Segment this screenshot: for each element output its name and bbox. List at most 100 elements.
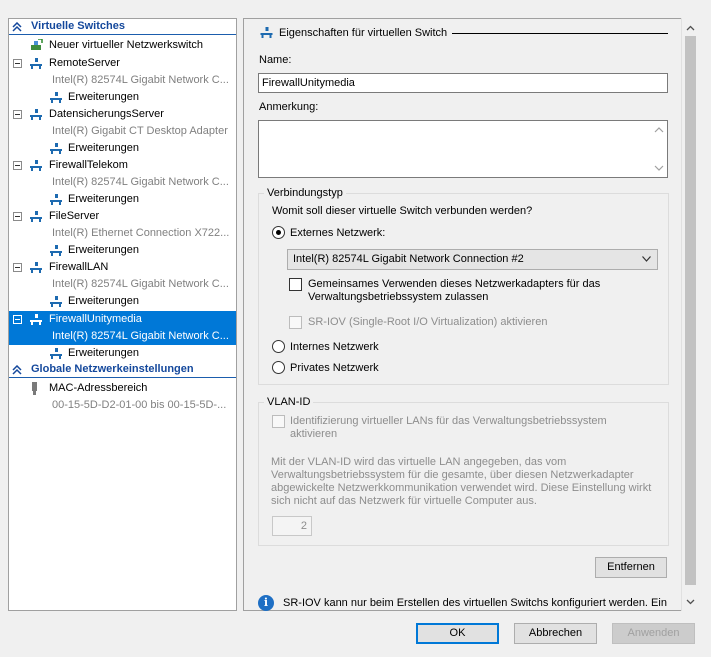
switch-extensions[interactable]: Erweiterungen — [9, 140, 236, 157]
switch-name: RemoteServer — [49, 57, 120, 69]
collapse-chevron-icon[interactable] — [12, 365, 22, 375]
tree-item-switch[interactable]: FileServer — [9, 208, 236, 225]
switch-adapter[interactable]: Intel(R) 82574L Gigabit Network C... — [9, 328, 236, 345]
switch-icon — [30, 211, 42, 222]
mac-range-value[interactable]: 00-15-5D-D2-01-00 bis 00-15-5D-... — [9, 397, 236, 414]
internal-network-radio[interactable] — [272, 340, 285, 353]
adapter-select-value: Intel(R) 82574L Gigabit Network Connecti… — [293, 253, 524, 265]
switch-name: FirewallTelekom — [49, 159, 128, 171]
ok-button[interactable]: OK — [416, 623, 499, 644]
mac-range-label: MAC-Adressbereich — [49, 382, 148, 394]
switch-name: FileServer — [49, 210, 100, 222]
adapter-select[interactable]: Intel(R) 82574L Gigabit Network Connecti… — [287, 249, 658, 270]
switch-adapter-label: Intel(R) 82574L Gigabit Network C... — [52, 278, 229, 290]
mac-range-value-label: 00-15-5D-D2-01-00 bis 00-15-5D-... — [52, 399, 227, 411]
expand-toggle-icon[interactable] — [13, 59, 22, 68]
switch-adapter-label: Intel(R) 82574L Gigabit Network C... — [52, 330, 229, 342]
switch-adapter-label: Intel(R) Gigabit CT Desktop Adapter — [52, 125, 228, 137]
note-scroll-arrows-icon[interactable] — [651, 121, 667, 177]
switch-extensions[interactable]: Erweiterungen — [9, 191, 236, 208]
tree-item-switch[interactable]: DatensicherungsServer — [9, 106, 236, 123]
scroll-down-icon[interactable] — [682, 593, 699, 610]
extensions-icon — [50, 245, 62, 256]
tree-item-switch[interactable]: FirewallLAN — [9, 259, 236, 276]
switch-adapter-label: Intel(R) 82574L Gigabit Network C... — [52, 176, 229, 188]
tree-item-switch-selected[interactable]: FirewallUnitymedia — [9, 311, 236, 328]
switch-adapter[interactable]: Intel(R) 82574L Gigabit Network C... — [9, 72, 236, 89]
network-adapter-icon — [32, 382, 37, 395]
properties-scrollbar[interactable] — [681, 18, 698, 611]
connection-question: Womit soll dieser virtuelle Switch verbu… — [272, 205, 533, 217]
vlan-enable-checkbox[interactable] — [272, 415, 285, 428]
collapse-chevron-icon[interactable] — [12, 22, 22, 32]
switch-adapter-label: Intel(R) Ethernet Connection X722... — [52, 227, 230, 239]
name-label: Name: — [259, 54, 292, 66]
expand-toggle-icon[interactable] — [13, 315, 22, 324]
private-network-radio[interactable] — [272, 361, 285, 374]
switch-adapter-label: Intel(R) 82574L Gigabit Network C... — [52, 74, 229, 86]
external-network-radio[interactable] — [272, 226, 285, 239]
note-label: Anmerkung: — [259, 101, 319, 113]
header-divider — [452, 33, 668, 34]
switch-adapter[interactable]: Intel(R) Gigabit CT Desktop Adapter — [9, 123, 236, 140]
section-global-settings[interactable]: Globale Netzwerkeinstellungen — [9, 362, 236, 378]
cancel-button[interactable]: Abbrechen — [514, 623, 597, 644]
tree-item-switch[interactable]: FirewallTelekom — [9, 157, 236, 174]
shared-adapter-label-line1: Gemeinsames Verwenden dieses Netzwerkada… — [308, 278, 601, 290]
switch-name: DatensicherungsServer — [49, 108, 164, 120]
switch-adapter[interactable]: Intel(R) 82574L Gigabit Network C... — [9, 174, 236, 191]
new-switch-label: Neuer virtueller Netzwerkswitch — [49, 39, 204, 51]
extensions-icon — [50, 92, 62, 103]
vlan-title: VLAN-ID — [264, 396, 314, 409]
external-network-label: Externes Netzwerk: — [290, 227, 386, 239]
vlan-enable-label-line1: Identifizierung virtueller LANs für das … — [290, 415, 607, 427]
properties-title: Eigenschaften für virtuellen Switch — [279, 27, 448, 39]
extensions-icon — [50, 194, 62, 205]
note-textarea[interactable] — [258, 120, 668, 178]
shared-adapter-checkbox[interactable] — [289, 278, 302, 291]
switch-icon — [30, 58, 42, 69]
expand-toggle-icon[interactable] — [13, 263, 22, 272]
switch-name: FirewallUnitymedia — [49, 313, 142, 325]
vlan-description: Mit der VLAN-ID wird das virtuelle LAN a… — [271, 456, 652, 507]
section-virtual-switches[interactable]: Virtuelle Switches — [9, 19, 236, 35]
switch-adapter[interactable]: Intel(R) Ethernet Connection X722... — [9, 225, 236, 242]
switch-icon — [260, 27, 273, 38]
switch-extensions[interactable]: Erweiterungen — [9, 345, 236, 362]
switch-extensions[interactable]: Erweiterungen — [9, 242, 236, 259]
internal-network-label: Internes Netzwerk — [290, 341, 379, 353]
extensions-label: Erweiterungen — [68, 193, 139, 205]
expand-toggle-icon[interactable] — [13, 212, 22, 221]
vlan-enable-label-line2: aktivieren — [290, 428, 338, 440]
remove-button[interactable]: Entfernen — [595, 557, 667, 578]
sriov-label: SR-IOV (Single-Root I/O Virtualization) … — [308, 316, 548, 328]
switch-extensions[interactable]: Erweiterungen — [9, 89, 236, 106]
info-text: SR-IOV kann nur beim Erstellen des virtu… — [283, 597, 667, 609]
section-global-settings-label: Globale Netzwerkeinstellungen — [31, 363, 194, 375]
vlan-id-input[interactable]: 2 — [272, 516, 312, 536]
switch-icon — [30, 160, 42, 171]
tree-item-new-switch[interactable]: Neuer virtueller Netzwerkswitch — [9, 37, 236, 54]
switch-adapter[interactable]: Intel(R) 82574L Gigabit Network C... — [9, 276, 236, 293]
tree-item-switch[interactable]: RemoteServer — [9, 55, 236, 72]
connection-type-title: Verbindungstyp — [264, 187, 346, 200]
apply-button[interactable]: Anwenden — [612, 623, 695, 644]
name-input[interactable]: FirewallUnitymedia — [258, 73, 668, 93]
expand-toggle-icon[interactable] — [13, 161, 22, 170]
switch-tree[interactable]: Virtuelle Switches Neuer virtueller Netz… — [8, 18, 237, 611]
expand-toggle-icon[interactable] — [13, 110, 22, 119]
switch-extensions[interactable]: Erweiterungen — [9, 293, 236, 310]
extensions-label: Erweiterungen — [68, 142, 139, 154]
sriov-checkbox[interactable] — [289, 316, 302, 329]
extensions-label: Erweiterungen — [68, 295, 139, 307]
extensions-label: Erweiterungen — [68, 244, 139, 256]
tree-item-mac-range[interactable]: MAC-Adressbereich — [9, 380, 236, 397]
extensions-label: Erweiterungen — [68, 347, 139, 359]
section-virtual-switches-label: Virtuelle Switches — [31, 20, 125, 32]
switch-icon — [30, 262, 42, 273]
scroll-up-icon[interactable] — [682, 20, 699, 37]
extensions-icon — [50, 143, 62, 154]
scrollbar-thumb[interactable] — [685, 36, 696, 585]
extensions-icon — [50, 348, 62, 359]
selected-switch-highlight[interactable]: FirewallUnitymedia Intel(R) 82574L Gigab… — [9, 311, 236, 345]
